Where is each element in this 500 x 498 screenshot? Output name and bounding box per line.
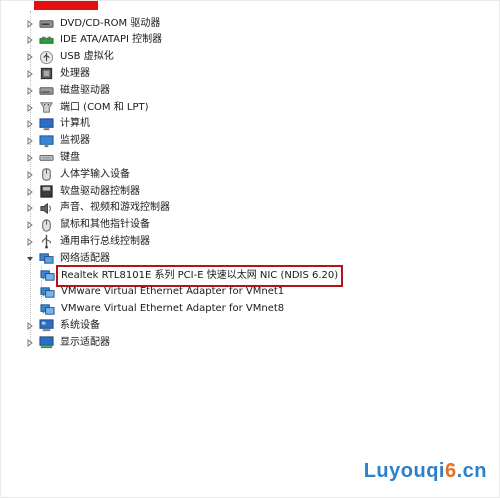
ide-controller-icon <box>38 32 54 48</box>
tree-item-disk[interactable]: 磁盘驱动器 <box>25 82 112 99</box>
tree-item-hid[interactable]: 人体学输入设备 <box>25 166 132 183</box>
watermark-part2: 6 <box>444 460 457 482</box>
tree-item-label: Realtek RTL8101E 系列 PCI-E 快速以太网 NIC (NDI… <box>55 264 344 287</box>
keyboard-icon <box>38 150 54 166</box>
expand-chevron-icon[interactable] <box>25 136 35 146</box>
tree-item-usb[interactable]: USB 虚拟化 <box>25 49 116 66</box>
tree-item-sound[interactable]: 声音、视频和游戏控制器 <box>25 200 172 217</box>
watermark-part1: Luyouqi <box>363 460 445 482</box>
tree-item-label: VMware Virtual Ethernet Adapter for VMne… <box>61 303 285 315</box>
mouse-icon <box>38 217 54 233</box>
expand-chevron-icon[interactable] <box>25 69 35 79</box>
tree-item-label: 网络适配器 <box>60 252 110 264</box>
watermark: Luyouqi6.cn <box>364 460 487 483</box>
tree-item-label: 处理器 <box>60 67 90 79</box>
tree-item-vmnet8[interactable]: VMware Virtual Ethernet Adapter for VMne… <box>39 301 286 318</box>
floppy-controller-icon <box>38 184 54 200</box>
tree-item-mouse[interactable]: 鼠标和其他指针设备 <box>25 217 152 234</box>
usb-controller-icon <box>38 234 54 250</box>
tree-item-ide[interactable]: IDE ATA/ATAPI 控制器 <box>25 32 164 49</box>
expand-chevron-icon[interactable] <box>25 187 35 197</box>
network-card-icon <box>39 268 55 284</box>
tree-item-vmnet1[interactable]: VMware Virtual Ethernet Adapter for VMne… <box>39 284 286 301</box>
tree-item-label: 人体学输入设备 <box>60 168 130 180</box>
tree-item-label: DVD/CD-ROM 驱动器 <box>60 17 161 29</box>
collapse-chevron-icon[interactable] <box>25 254 35 264</box>
expand-chevron-icon[interactable] <box>25 170 35 180</box>
expand-chevron-icon[interactable] <box>25 220 35 230</box>
tree-item-label: 磁盘驱动器 <box>60 84 110 96</box>
tree-item-network[interactable]: 网络适配器 <box>25 250 112 267</box>
expand-chevron-icon[interactable] <box>25 237 35 247</box>
display-adapter-icon <box>38 335 54 351</box>
tree-item-label: 软盘驱动器控制器 <box>60 185 140 197</box>
sound-icon <box>38 200 54 216</box>
disk-drive-icon <box>38 83 54 99</box>
tree-item-ports[interactable]: 端口 (COM 和 LPT) <box>25 99 151 116</box>
tree-item-cpu[interactable]: 处理器 <box>25 65 92 82</box>
tree-item-dvd[interactable]: DVD/CD-ROM 驱动器 <box>25 15 162 32</box>
tree-item-keyboard[interactable]: 键盘 <box>25 149 82 166</box>
computer-icon <box>38 116 54 132</box>
expand-chevron-icon[interactable] <box>25 321 35 331</box>
expand-chevron-icon[interactable] <box>25 338 35 348</box>
usb-icon <box>38 49 54 65</box>
dvd-drive-icon <box>38 16 54 32</box>
root-node-label-redacted <box>34 1 98 10</box>
tree-item-monitor[interactable]: 监视器 <box>25 133 92 150</box>
expand-chevron-icon[interactable] <box>25 153 35 163</box>
tree-item-label: 系统设备 <box>60 319 100 331</box>
expand-chevron-icon[interactable] <box>25 203 35 213</box>
expand-chevron-icon[interactable] <box>25 86 35 96</box>
tree-item-system[interactable]: 系统设备 <box>25 317 102 334</box>
tree-item-floppy[interactable]: 软盘驱动器控制器 <box>25 183 142 200</box>
tree-item-serialbus[interactable]: 通用串行总线控制器 <box>25 233 152 250</box>
device-manager-window: DVD/CD-ROM 驱动器 IDE ATA/ATAPI 控制器 USB 虚拟化 处理… <box>0 0 500 498</box>
network-adapter-icon <box>38 251 54 267</box>
tree-item-display[interactable]: 显示适配器 <box>25 334 112 351</box>
port-icon <box>38 100 54 116</box>
tree-item-label: 计算机 <box>60 118 90 130</box>
tree-item-computer[interactable]: 计算机 <box>25 116 92 133</box>
expand-chevron-icon[interactable] <box>25 103 35 113</box>
tree-item-label: 显示适配器 <box>60 336 110 348</box>
expand-chevron-icon[interactable] <box>25 19 35 29</box>
watermark-part3: .cn <box>456 460 487 482</box>
expand-chevron-icon[interactable] <box>25 52 35 62</box>
expand-chevron-icon[interactable] <box>25 35 35 45</box>
system-device-icon <box>38 318 54 334</box>
hid-icon <box>38 167 54 183</box>
expand-chevron-icon[interactable] <box>25 119 35 129</box>
processor-icon <box>38 66 54 82</box>
tree-item-label: 键盘 <box>60 151 80 163</box>
network-card-icon <box>39 301 55 317</box>
tree-item-label: 端口 (COM 和 LPT) <box>60 101 149 113</box>
tree-item-label: 声音、视频和游戏控制器 <box>60 202 170 214</box>
network-card-icon <box>39 284 55 300</box>
tree-item-label: VMware Virtual Ethernet Adapter for VMne… <box>61 286 285 298</box>
tree-item-label: 通用串行总线控制器 <box>60 235 150 247</box>
tree-item-label: USB 虚拟化 <box>60 51 114 63</box>
tree-item-realtek[interactable]: Realtek RTL8101E 系列 PCI-E 快速以太网 NIC (NDI… <box>39 264 344 287</box>
tree-item-label: 鼠标和其他指针设备 <box>60 219 150 231</box>
monitor-icon <box>38 133 54 149</box>
tree-item-label: IDE ATA/ATAPI 控制器 <box>60 34 163 46</box>
tree-item-label: 监视器 <box>60 135 90 147</box>
